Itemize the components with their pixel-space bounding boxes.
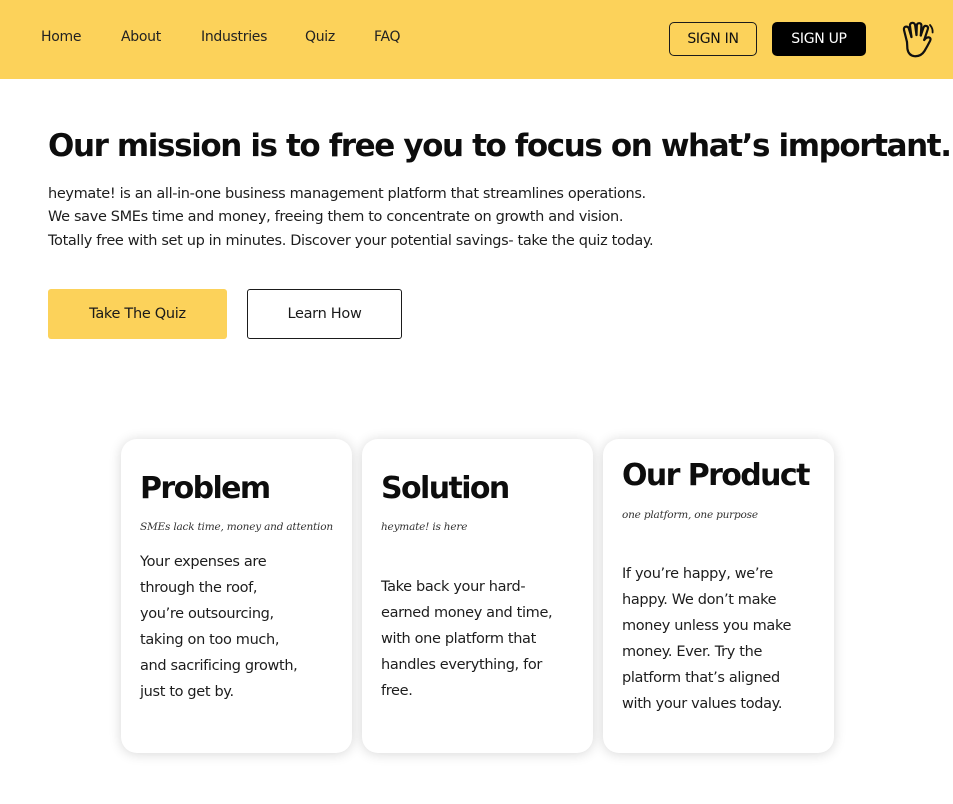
card-body: Your expenses are through the roof, you’…: [140, 549, 315, 705]
waving-hand-icon[interactable]: [899, 20, 937, 60]
card-body-line: If you’re happy, we’re: [622, 566, 773, 582]
learn-how-button[interactable]: Learn How: [247, 289, 402, 339]
nav-link-industries[interactable]: Industries: [201, 29, 267, 45]
nav-link-about[interactable]: About: [121, 29, 161, 45]
hero-title: Our mission is to free you to focus on w…: [48, 128, 952, 164]
hero-description-line: heymate! is an all-in-one business manag…: [48, 186, 646, 202]
take-the-quiz-label: Take The Quiz: [89, 306, 186, 322]
sign-in-label: SIGN IN: [687, 31, 739, 47]
card-title: Our Product: [622, 458, 810, 493]
card-body: If you’re happy, we’re happy. We don’t m…: [622, 561, 812, 717]
our-product-card: Our Product one platform, one purpose If…: [603, 439, 834, 753]
card-body-line: you’re outsourcing,: [140, 606, 274, 622]
card-body-line: Take back your hard-: [381, 579, 526, 595]
sign-up-label: SIGN UP: [791, 31, 847, 47]
sign-in-button[interactable]: SIGN IN: [669, 22, 757, 56]
card-body-line: money. Ever. Try the: [622, 644, 763, 660]
card-title: Solution: [381, 471, 510, 506]
take-the-quiz-button[interactable]: Take The Quiz: [48, 289, 227, 339]
card-body-line: just to get by.: [140, 684, 234, 700]
card-body-line: free.: [381, 683, 413, 699]
card-body-line: taking on too much,: [140, 632, 280, 648]
card-tagline: one platform, one purpose: [622, 509, 758, 521]
sign-up-button[interactable]: SIGN UP: [772, 22, 866, 56]
hero-description-line: We save SMEs time and money, freeing the…: [48, 209, 624, 225]
card-body-line: and sacrificing growth,: [140, 658, 298, 674]
top-navbar: Home About Industries Quiz FAQ SIGN IN S…: [0, 0, 953, 79]
nav-link-faq[interactable]: FAQ: [374, 29, 401, 45]
card-tagline: heymate! is here: [381, 521, 468, 533]
card-body-line: with your values today.: [622, 696, 783, 712]
hero-description-line: Totally free with set up in minutes. Dis…: [48, 233, 654, 249]
learn-how-label: Learn How: [287, 306, 362, 322]
card-body: Take back your hard- earned money and ti…: [381, 574, 556, 704]
card-body-line: platform that’s aligned: [622, 670, 780, 686]
card-title: Problem: [140, 471, 271, 506]
card-body-line: money unless you make: [622, 618, 792, 634]
solution-card: Solution heymate! is here Take back your…: [362, 439, 593, 753]
nav-link-quiz[interactable]: Quiz: [305, 29, 335, 45]
problem-card: Problem SMEs lack time, money and attent…: [121, 439, 352, 753]
nav-link-home[interactable]: Home: [41, 29, 81, 45]
card-body-line: through the roof,: [140, 580, 258, 596]
card-body-line: handles everything, for: [381, 657, 542, 673]
card-body-line: with one platform that: [381, 631, 536, 647]
card-tagline: SMEs lack time, money and attention: [140, 521, 333, 533]
card-body-line: Your expenses are: [140, 554, 267, 570]
card-body-line: happy. We don’t make: [622, 592, 777, 608]
card-body-line: earned money and time,: [381, 605, 553, 621]
